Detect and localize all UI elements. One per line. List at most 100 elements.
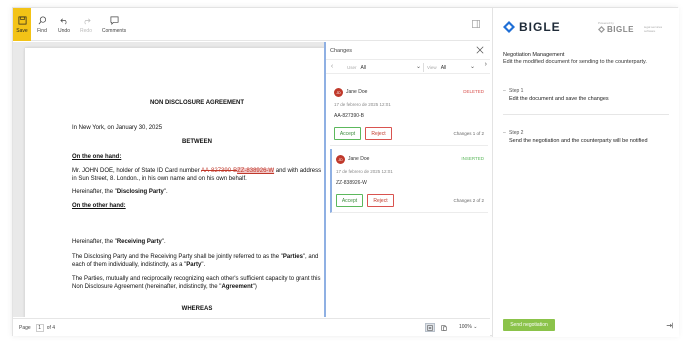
- comments-label: Comments: [101, 27, 127, 34]
- panel-toggle-icon[interactable]: [472, 20, 480, 28]
- step-description: Send the negotiation and the counterpart…: [509, 138, 648, 144]
- accept-button[interactable]: Accept: [334, 127, 361, 140]
- changes-panel: Changes ‹ User All ⌄ View All ⌄ › JD Jan…: [324, 42, 490, 317]
- reject-button[interactable]: Reject: [367, 194, 394, 207]
- save-icon: [18, 16, 26, 24]
- deleted-text[interactable]: AA-827390-B: [201, 168, 237, 174]
- text-run: and with address: [274, 168, 322, 174]
- parties-term: Parties: [282, 254, 303, 260]
- document-viewport[interactable]: NON DISCLOSURE AGREEMENT In New York, on…: [13, 42, 324, 317]
- disclosing-party-term: Disclosing Party: [116, 189, 164, 195]
- text-run: "): [252, 283, 257, 290]
- comment-icon: [110, 16, 118, 25]
- send-negotiation-button[interactable]: Send negotiation: [503, 319, 555, 331]
- change-card[interactable]: JD Jane Doe DELETED 17 de febrero de 202…: [330, 82, 488, 146]
- view-filter-label: View: [427, 65, 437, 70]
- text-run: Mr. JOHN DOE, holder of State ID Card nu…: [72, 168, 202, 174]
- other-hand-heading: On the other hand:: [72, 203, 126, 209]
- inserted-text[interactable]: ZZ-838926-W: [237, 168, 275, 174]
- chevron-down-icon: ⌄: [473, 324, 478, 330]
- single-page-view-button[interactable]: [425, 323, 435, 332]
- view-filter-value: All: [440, 64, 447, 71]
- changes-filters: ‹ User All ⌄ View All ⌄ ›: [326, 59, 490, 74]
- panel-title: Negotiation Management: [503, 52, 565, 58]
- change-date: 17 de febrero de 2025 12:01: [336, 169, 393, 174]
- previous-change-icon[interactable]: ‹: [326, 63, 338, 70]
- recitals-line-2: Non Disclosure Agreement (hereinafter, i…: [72, 284, 257, 292]
- avatar: JD: [334, 88, 343, 97]
- redo-button[interactable]: Redo: [78, 8, 94, 41]
- page-label: Page: [19, 325, 31, 331]
- change-counter: Changes 1 of 2: [453, 131, 484, 136]
- accept-button[interactable]: Accept: [336, 194, 363, 207]
- receiving-party-line: Hereinafter, the "Receiving Party".: [72, 239, 166, 247]
- search-icon: [38, 16, 46, 24]
- reject-button[interactable]: Reject: [365, 127, 392, 140]
- party-term: Party: [186, 261, 202, 268]
- negotiation-panel: BIGLE Powered by BIGLE legal services so…: [492, 8, 679, 337]
- find-button[interactable]: Find: [34, 8, 50, 41]
- view-filter-select[interactable]: View All ⌄: [424, 63, 477, 72]
- change-card[interactable]: JD Jane Doe INSERTED 17 de febrero de 20…: [330, 149, 488, 213]
- text-run: ".: [201, 261, 206, 268]
- whereas-heading: WHEREAS: [181, 306, 213, 312]
- one-hand-heading: On the one hand:: [72, 154, 122, 160]
- chevron-down-icon: ⌄: [415, 64, 421, 70]
- change-counter: Changes 2 of 2: [453, 198, 484, 203]
- text-run: Hereinafter, the ": [72, 189, 117, 195]
- text-run: ".: [161, 239, 166, 245]
- step-label: Step 1: [509, 88, 524, 94]
- recitals-line-1: The Parties, mutually and reciprocally r…: [72, 276, 321, 282]
- change-value: ZZ-838926-W: [336, 180, 367, 186]
- undo-icon: [59, 17, 66, 24]
- zoom-level: 100%: [459, 324, 472, 330]
- change-author: Jane Doe: [348, 156, 370, 162]
- save-button[interactable]: Save: [13, 8, 31, 41]
- brand-logo: BIGLE: [503, 20, 561, 34]
- app-window: Save Find Undo Redo Comments NON DISCLOS…: [12, 7, 679, 337]
- page-view-icon: [427, 324, 433, 331]
- toolbar: Save Find Undo Redo Comments: [13, 8, 490, 41]
- zoom-select[interactable]: 100% ⌄: [459, 324, 477, 330]
- text-run: each of them individually, indistinctly,…: [72, 261, 187, 268]
- redo-label: Redo: [80, 27, 92, 34]
- step-label: Step 2: [509, 130, 524, 136]
- parties-line-1: The Disclosing Party and the Receiving P…: [72, 254, 318, 262]
- redo-icon: [84, 17, 91, 24]
- page-indicator: Page 1 of 4: [19, 324, 55, 332]
- page-total: of 4: [46, 325, 56, 331]
- powered-by-logo: Powered by BIGLE legal services software: [598, 21, 670, 35]
- user-filter-label: User: [347, 65, 357, 70]
- brand-mark-icon: [598, 26, 605, 33]
- find-label: Find: [37, 27, 47, 34]
- party-one-address: in Sun Street, 8. London., in his own na…: [72, 175, 247, 182]
- change-author: Jane Doe: [346, 89, 368, 95]
- powered-tagline: legal services software: [644, 25, 663, 33]
- text-run: The Disclosing Party and the Receiving P…: [72, 254, 283, 260]
- multi-page-view-icon: [441, 324, 447, 331]
- comments-button[interactable]: Comments: [100, 8, 128, 41]
- between-heading: BETWEEN: [182, 139, 212, 145]
- change-date: 17 de febrero de 2025 12:01: [334, 102, 391, 107]
- disclosing-party-line: Hereinafter, the "Disclosing Party".: [72, 189, 168, 197]
- document-page[interactable]: NON DISCLOSURE AGREEMENT In New York, on…: [25, 48, 324, 317]
- multi-page-view-button[interactable]: [439, 323, 449, 332]
- undo-button[interactable]: Undo: [56, 8, 72, 41]
- divider: [503, 114, 669, 115]
- changes-header: Changes: [326, 42, 490, 59]
- party-one-line: Mr. JOHN DOE, holder of State ID Card nu…: [72, 168, 321, 176]
- chevron-down-icon: ⌄: [469, 64, 475, 70]
- close-icon[interactable]: [476, 46, 484, 54]
- page-number-input[interactable]: 1: [35, 324, 44, 332]
- brand-name: BIGLE: [519, 20, 561, 34]
- undo-label: Undo: [58, 27, 70, 34]
- next-change-icon[interactable]: ›: [485, 61, 487, 68]
- place-date-line: In New York, on January 30, 2025: [72, 125, 163, 131]
- parties-line-2: each of them individually, indistinctly,…: [72, 262, 205, 270]
- panel-subtitle: Edit the modified document for sending t…: [503, 59, 647, 65]
- status-bar: Page 1 of 4 100% ⌄: [13, 318, 490, 336]
- text-run: Hereinafter, the ": [72, 239, 117, 245]
- user-filter-select[interactable]: User All ⌄: [344, 63, 424, 72]
- exit-icon[interactable]: [666, 322, 673, 329]
- document-title: NON DISCLOSURE AGREEMENT: [149, 100, 245, 106]
